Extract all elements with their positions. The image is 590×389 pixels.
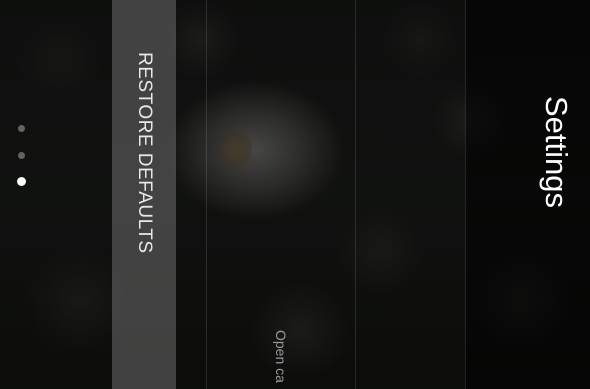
list-divider xyxy=(465,0,466,389)
list-item-open[interactable]: Open ca xyxy=(273,330,289,383)
page-dot[interactable] xyxy=(18,125,25,132)
page-indicator xyxy=(15,122,29,192)
list-divider xyxy=(355,0,356,389)
page-dot-active[interactable] xyxy=(17,177,26,186)
page-dot[interactable] xyxy=(18,152,25,159)
page-title: Settings xyxy=(539,96,574,209)
list-divider xyxy=(206,0,207,389)
restore-defaults-label[interactable]: RESTORE DEFAULTS xyxy=(133,52,155,254)
settings-screen: RESTORE DEFAULTS Settings Open ca xyxy=(0,0,590,389)
